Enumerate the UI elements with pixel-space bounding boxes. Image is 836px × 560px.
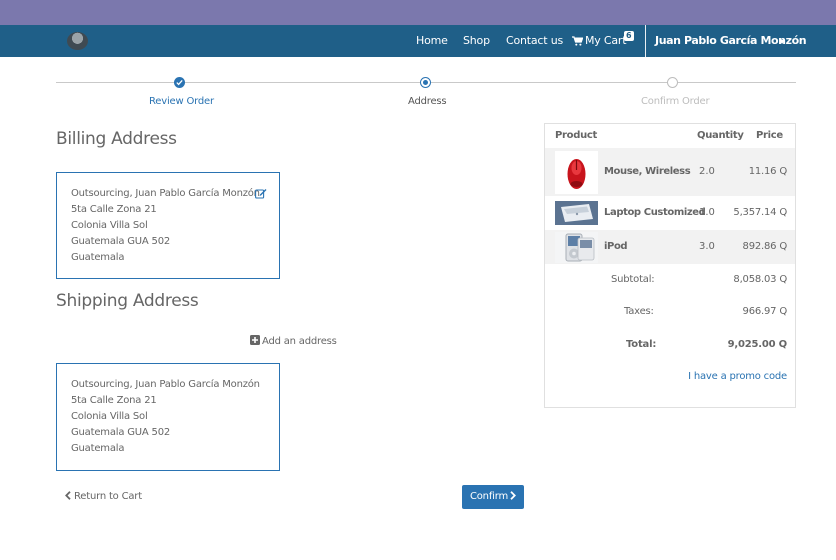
address-line: Outsourcing, Juan Pablo García Monzón [71,379,260,390]
nav-contact-us[interactable]: Contact us [506,34,563,47]
confirm-label: Confirm [469,491,508,502]
add-address-label: Add an address [262,336,337,347]
address-line: 5ta Calle Zona 21 [71,395,157,406]
column-header-price: Price [756,130,783,141]
confirm-button[interactable]: Confirm [462,485,524,509]
product-quantity: 2.0 [699,166,715,177]
product-price: 5,357.14 Q [733,207,787,218]
promo-code-link[interactable]: I have a promo code [688,371,787,382]
taxes-value: 966.97 Q [742,306,788,317]
total-label: Total: [626,339,657,350]
wizard-track [185,82,421,83]
taxes-label: Taxes: [624,306,654,317]
order-summary-table: Product Quantity Price Mouse, Wireless 2… [544,123,796,408]
wizard-track [678,82,796,83]
shipping-address-card[interactable]: Outsourcing, Juan Pablo García Monzón 5t… [56,363,280,471]
return-to-cart-link[interactable]: Return to Cart [65,491,142,502]
nav-shop[interactable]: Shop [463,34,490,47]
product-image-ipod [555,232,598,263]
main-navbar: Home Shop Contact us My Cart 6 Juan Pabl… [0,25,836,57]
product-name[interactable]: Laptop Customized [604,207,706,218]
return-to-cart-label: Return to Cart [74,491,142,502]
wizard-track [431,82,668,83]
company-logo[interactable] [67,32,88,50]
table-row: Mouse, Wireless 2.0 11.16 Q [545,148,795,196]
column-header-product: Product [555,130,598,141]
cart-count-badge: 6 [624,31,634,41]
step-confirm-order: Confirm Order [641,96,710,107]
address-line: Colonia Villa Sol [71,411,148,422]
step-address: Address [408,96,447,107]
product-image-mouse [555,151,598,194]
product-name[interactable]: Mouse, Wireless [604,166,691,177]
subtotal-value: 8,058.03 Q [733,274,787,285]
caret-down-icon[interactable] [779,40,785,44]
nav-divider [645,25,646,57]
step-review-check-icon[interactable] [174,77,185,88]
address-line: Guatemala [71,443,125,454]
address-line: Guatemala GUA 502 [71,236,171,247]
address-line: Outsourcing, Juan Pablo García Monzón [71,188,260,199]
address-line: Colonia Villa Sol [71,220,148,231]
product-price: 11.16 Q [748,166,787,177]
product-quantity: 1.0 [699,207,715,218]
plus-square-icon [250,335,260,345]
product-quantity: 3.0 [699,241,715,252]
nav-home[interactable]: Home [416,34,448,47]
billing-address-title: Billing Address [56,129,177,149]
billing-address-card[interactable]: Outsourcing, Juan Pablo García Monzón 5t… [56,172,280,279]
column-header-quantity: Quantity [697,130,744,141]
shipping-address-title: Shipping Address [56,291,199,311]
step-confirm-pending-icon [667,77,678,88]
address-line: Guatemala GUA 502 [71,427,171,438]
nav-my-cart[interactable]: My Cart [572,34,627,47]
browser-top-strip [0,0,836,25]
chevron-right-icon [510,491,516,500]
add-address-link[interactable]: Add an address [250,335,337,347]
product-image-laptop [555,201,598,225]
table-row: iPod 3.0 892.86 Q [545,230,795,264]
product-name[interactable]: iPod [604,241,628,252]
address-line: 5ta Calle Zona 21 [71,204,157,215]
chevron-left-icon [65,491,71,500]
step-address-current-icon [420,77,431,88]
shopping-cart-icon [572,36,584,46]
address-line: Guatemala [71,252,125,263]
subtotal-label: Subtotal: [611,274,655,285]
product-price: 892.86 Q [742,241,788,252]
total-value: 9,025.00 Q [727,339,788,350]
cart-label: My Cart [585,34,627,47]
step-review-order[interactable]: Review Order [149,96,214,107]
edit-icon[interactable] [255,188,267,199]
wizard-track [56,82,175,83]
table-row: Laptop Customized 1.0 5,357.14 Q [545,196,795,230]
